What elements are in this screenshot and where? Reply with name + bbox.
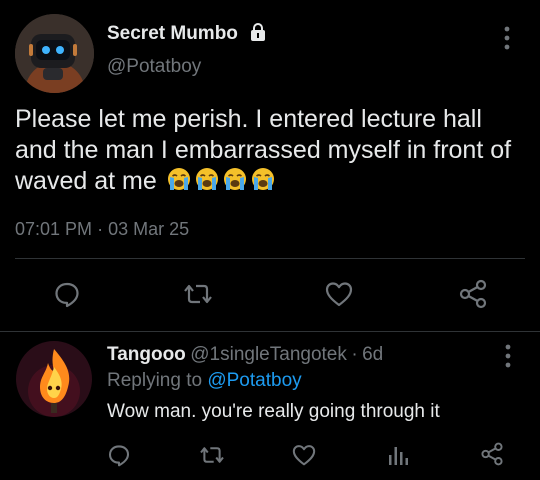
flame-avatar-image (16, 341, 92, 417)
reply-author-handle[interactable]: @1singleTangotek (190, 344, 347, 365)
replying-to-label: Replying to (107, 370, 203, 391)
reply-reply-icon[interactable] (107, 443, 131, 467)
loudly-crying-face-emoji (223, 168, 246, 190)
reply-retweet-icon[interactable] (199, 444, 225, 466)
loudly-crying-face-emoji (251, 168, 274, 190)
retweet-icon[interactable] (183, 281, 213, 307)
tweet-timestamp[interactable]: 07:01 PM · 03 Mar 25 (15, 219, 189, 240)
tweet-text: Please let me perish. I entered lecture … (15, 104, 525, 197)
like-icon[interactable] (325, 281, 353, 307)
divider-bottom (0, 331, 540, 332)
reply-icon[interactable] (53, 280, 81, 308)
author-avatar[interactable] (15, 14, 94, 93)
loudly-crying-face-emoji (167, 168, 190, 190)
divider-top (15, 258, 525, 259)
reply-age[interactable]: 6d (362, 344, 383, 365)
author-handle[interactable]: @Potatboy (107, 56, 201, 78)
analytics-icon[interactable] (387, 443, 409, 467)
meta-separator: · (97, 219, 104, 239)
reply-like-icon[interactable] (292, 444, 316, 466)
emoji-group (164, 167, 276, 195)
more-vertical-icon[interactable] (500, 25, 514, 51)
share-icon[interactable] (458, 279, 488, 309)
reply-more-vertical-icon[interactable] (501, 343, 515, 369)
tweet-date: 03 Mar 25 (108, 219, 190, 239)
reply-text: Wow man. you're really going through it (107, 401, 440, 422)
reply-header: Tangooo @1singleTangotek · 6d (107, 344, 383, 366)
replying-to: Replying to @Potatboy (107, 370, 302, 392)
tweet-time: 07:01 PM (15, 219, 93, 239)
reply-separator: · (351, 344, 358, 365)
author-name[interactable]: Secret Mumbo (107, 23, 238, 45)
reply-share-icon[interactable] (480, 442, 504, 466)
reply-author-name[interactable]: Tangooo (107, 344, 186, 365)
lock-icon (248, 22, 268, 42)
reply-avatar[interactable] (16, 341, 92, 417)
loudly-crying-face-emoji (195, 168, 218, 190)
replying-to-handle[interactable]: @Potatboy (207, 370, 301, 391)
robot-avatar-image (15, 14, 94, 93)
